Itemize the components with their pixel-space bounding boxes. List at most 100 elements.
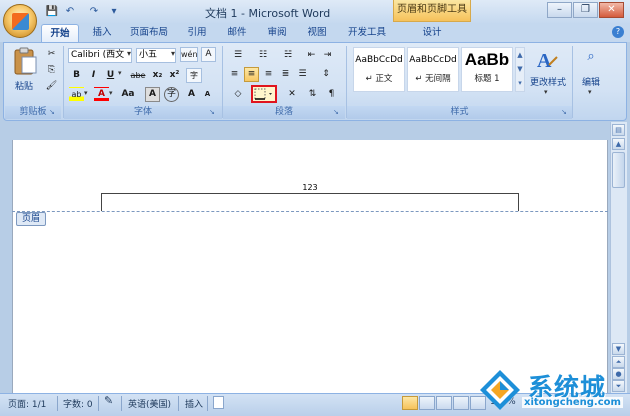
status-separator: [57, 396, 58, 411]
tab-design[interactable]: 设计: [412, 24, 452, 42]
tab-mailings[interactable]: 邮件: [222, 24, 252, 42]
header-tag: 页眉: [16, 212, 46, 226]
office-button[interactable]: [3, 4, 37, 38]
change-case-button[interactable]: Aa: [119, 87, 137, 102]
underline-dropdown-icon[interactable]: ▾: [118, 69, 122, 77]
chinese-layout-icon[interactable]: ✕: [281, 87, 303, 102]
tab-review[interactable]: 审阅: [262, 24, 292, 42]
macro-record-icon[interactable]: [213, 396, 224, 409]
align-center-icon[interactable]: ≡: [244, 67, 259, 82]
document-page[interactable]: [12, 140, 608, 393]
full-screen-reading-icon[interactable]: [419, 396, 435, 410]
style-sample: AaBbCcDd: [355, 55, 403, 65]
undo-icon[interactable]: ↶: [62, 4, 78, 20]
styles-launcher-icon[interactable]: ↘: [561, 108, 567, 116]
outline-view-icon[interactable]: [453, 396, 469, 410]
font-color-dropdown-icon[interactable]: ▾: [109, 89, 113, 97]
bold-button[interactable]: B: [69, 68, 84, 83]
qat-customize-icon[interactable]: ▾: [106, 4, 122, 20]
distributed-icon[interactable]: ☰: [295, 67, 310, 82]
save-icon[interactable]: 💾: [44, 4, 60, 20]
numbering-icon[interactable]: ☷: [252, 48, 274, 63]
strikethrough-button[interactable]: abe: [128, 68, 148, 83]
copy-icon[interactable]: ⎘: [44, 63, 59, 78]
superscript-button[interactable]: x²: [167, 68, 182, 83]
line-spacing-icon[interactable]: ⇕: [315, 67, 337, 82]
font-name-combo[interactable]: Calibri (西文: [68, 48, 132, 63]
highlight-button[interactable]: ab: [69, 87, 84, 102]
phonetic-guide-icon[interactable]: wén: [180, 47, 198, 62]
font-size-combo[interactable]: 小五: [136, 48, 176, 63]
change-styles-label[interactable]: 更改样式: [528, 75, 568, 88]
enclosed-character-icon[interactable]: 字: [164, 87, 179, 102]
grow-font-button[interactable]: A: [184, 87, 199, 102]
tab-view[interactable]: 视图: [302, 24, 332, 42]
borders-button[interactable]: [251, 85, 277, 103]
clear-formatting-icon[interactable]: A: [201, 47, 216, 62]
style-normal[interactable]: AaBbCcDd ↵ 正文: [353, 47, 405, 92]
font-launcher-icon[interactable]: ↘: [209, 108, 215, 116]
subscript-button[interactable]: x₂: [150, 68, 165, 83]
align-right-icon[interactable]: ≡: [261, 67, 276, 82]
status-separator: [178, 396, 179, 411]
style-heading-1[interactable]: AaBb 标题 1: [461, 47, 513, 92]
paste-icon[interactable]: [12, 47, 38, 77]
scroll-thumb[interactable]: [612, 152, 625, 188]
cut-icon[interactable]: ✂: [44, 47, 59, 62]
word-count[interactable]: 字数: 0: [63, 397, 93, 410]
close-button[interactable]: ✕: [599, 2, 624, 18]
align-left-icon[interactable]: ≡: [227, 67, 242, 82]
tab-references[interactable]: 引用: [182, 24, 212, 42]
scroll-down-icon[interactable]: ▼: [612, 343, 625, 355]
sort-icon[interactable]: ⇅: [305, 87, 320, 102]
paragraph-launcher-icon[interactable]: ↘: [333, 108, 339, 116]
multilevel-list-icon[interactable]: ☵: [277, 48, 299, 63]
header-text[interactable]: 123: [101, 183, 519, 192]
print-layout-view-icon[interactable]: [402, 396, 418, 410]
select-browse-object-icon[interactable]: ●: [612, 368, 625, 380]
tab-page-layout[interactable]: 页面布局: [124, 24, 174, 42]
tab-developer[interactable]: 开发工具: [342, 24, 392, 42]
ruler-toggle-icon[interactable]: ▤: [612, 124, 625, 136]
decrease-indent-icon[interactable]: ⇤: [304, 48, 319, 63]
minimize-button[interactable]: –: [547, 2, 572, 18]
shading-icon[interactable]: ◇: [227, 87, 249, 102]
paste-button-label[interactable]: 粘贴: [15, 79, 33, 92]
web-layout-icon[interactable]: [436, 396, 452, 410]
tab-insert[interactable]: 插入: [86, 24, 118, 42]
character-shading-button[interactable]: A: [145, 87, 160, 102]
redo-icon[interactable]: ↷: [86, 4, 102, 20]
find-binoculars-icon[interactable]: ⌕: [582, 49, 600, 67]
styles-scroll-icon[interactable]: ▲ ▼ ▾: [515, 47, 525, 92]
highlight-dropdown-icon[interactable]: ▾: [84, 89, 88, 97]
change-styles-icon[interactable]: A: [535, 47, 559, 72]
style-name: 标题 1: [474, 74, 500, 84]
shrink-font-button[interactable]: A: [200, 87, 215, 102]
help-icon[interactable]: ?: [612, 26, 624, 38]
enclose-characters-icon[interactable]: 字: [186, 68, 202, 83]
previous-page-icon[interactable]: ⏶: [612, 356, 625, 368]
show-marks-icon[interactable]: ¶: [324, 87, 339, 102]
language-indicator[interactable]: 英语(美国): [128, 397, 171, 410]
font-name-dropdown-icon[interactable]: ▾: [127, 49, 131, 58]
font-color-button[interactable]: A: [94, 87, 109, 102]
style-name: ↵ 无间隔: [415, 74, 451, 84]
style-sample: AaBbCcDd: [409, 55, 457, 65]
tab-home[interactable]: 开始: [41, 24, 79, 42]
clipboard-launcher-icon[interactable]: ↘: [49, 108, 55, 116]
scroll-up-icon[interactable]: ▲: [612, 138, 625, 150]
font-size-dropdown-icon[interactable]: ▾: [171, 49, 175, 58]
italic-button[interactable]: I: [86, 68, 101, 83]
editing-button-label[interactable]: 编辑: [578, 75, 604, 88]
format-painter-icon[interactable]: 🖌: [44, 79, 59, 94]
proofing-icon[interactable]: ✎: [104, 394, 113, 407]
underline-button[interactable]: U: [103, 68, 118, 83]
bullets-icon[interactable]: ☰: [227, 48, 249, 63]
page-count[interactable]: 页面: 1/1: [8, 397, 46, 410]
restore-button[interactable]: ❐: [573, 2, 598, 18]
increase-indent-icon[interactable]: ⇥: [320, 48, 335, 63]
insert-mode[interactable]: 插入: [185, 397, 203, 410]
style-no-spacing[interactable]: AaBbCcDd ↵ 无间隔: [407, 47, 459, 92]
justify-icon[interactable]: ≣: [278, 67, 293, 82]
next-page-icon[interactable]: ⏷: [612, 380, 625, 392]
